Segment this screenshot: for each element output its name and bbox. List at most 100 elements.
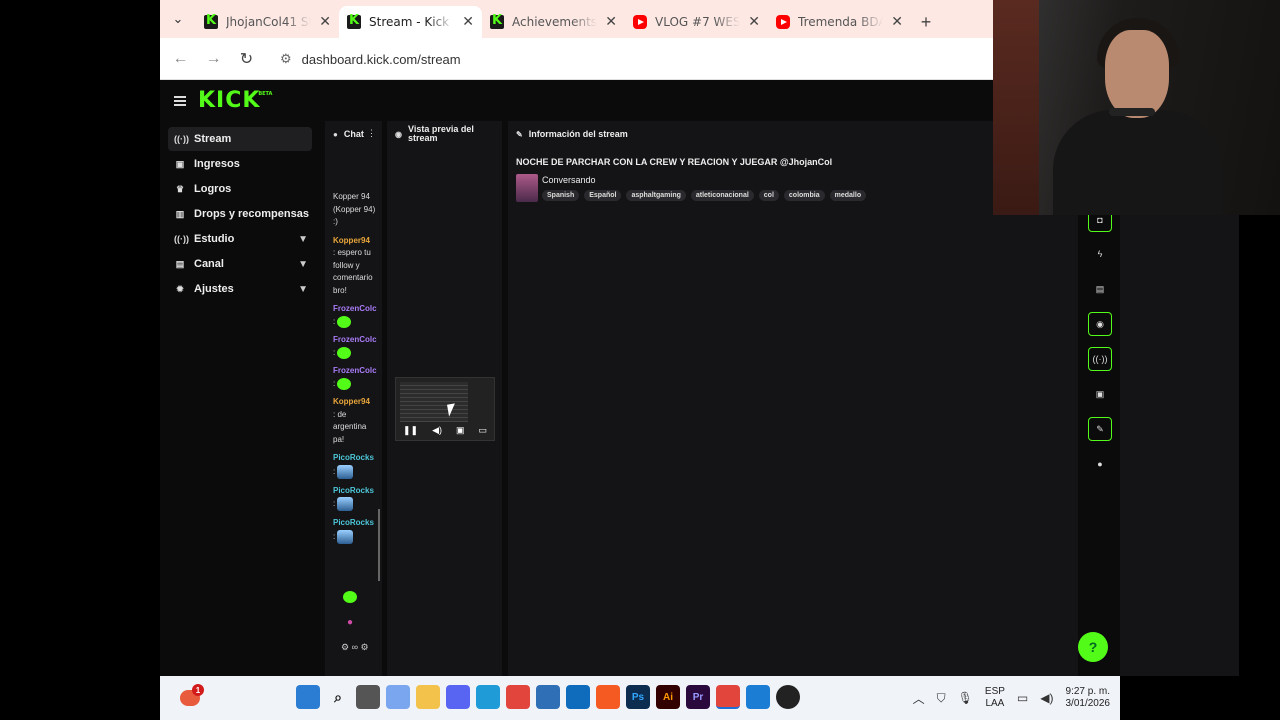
chrome-icon[interactable] bbox=[506, 685, 530, 709]
settings-icon[interactable]: ▭ bbox=[478, 425, 487, 436]
sidebar-item-logros[interactable]: ♛ Logros bbox=[168, 177, 312, 201]
youtube-icon bbox=[776, 15, 790, 29]
language-indicator[interactable]: ESP LAA bbox=[985, 686, 1005, 710]
edge-icon[interactable] bbox=[476, 685, 500, 709]
player-controls: ❚❚ ◀) ▣ ▭ bbox=[396, 425, 494, 436]
tag-chip[interactable]: asphaltgaming bbox=[626, 190, 686, 201]
help-chat-button[interactable]: ? bbox=[1078, 632, 1108, 662]
sidebar-item-canal[interactable]: ▤ Canal ▼ bbox=[168, 252, 312, 276]
chat-icon[interactable]: ◉ bbox=[1088, 312, 1112, 336]
menu-icon[interactable] bbox=[174, 95, 186, 106]
brave-icon[interactable] bbox=[596, 685, 620, 709]
users-icon[interactable]: ● bbox=[1088, 452, 1112, 476]
screen: ⌄ JhojanCol41 St ✕ Stream - Kick D ✕ Ach… bbox=[0, 0, 1280, 720]
tab-search-chevron-icon[interactable]: ⌄ bbox=[160, 0, 196, 38]
tag-chip[interactable]: atleticonacional bbox=[690, 190, 754, 201]
windows-start-icon[interactable] bbox=[296, 685, 320, 709]
tab-vlog[interactable]: VLOG #7 WEST ✕ bbox=[625, 6, 768, 38]
tab-tremenda[interactable]: Tremenda BDA ✕ bbox=[768, 6, 911, 38]
background-door bbox=[993, 0, 1039, 215]
search-icon[interactable]: ⌕ bbox=[326, 685, 350, 709]
task-view-icon[interactable] bbox=[356, 685, 380, 709]
close-icon[interactable]: ✕ bbox=[891, 14, 903, 30]
tab-jhojancol41[interactable]: JhojanCol41 St ✕ bbox=[196, 6, 339, 38]
forward-button[interactable]: → bbox=[197, 43, 230, 75]
tag-chip[interactable]: colombia bbox=[783, 190, 825, 201]
chat-scrollbar[interactable] bbox=[378, 509, 380, 581]
more-options-icon[interactable]: ⋮ bbox=[367, 128, 376, 139]
reload-button[interactable]: ↻ bbox=[230, 43, 263, 75]
close-icon[interactable]: ✕ bbox=[605, 14, 617, 30]
emote-picker-icon[interactable] bbox=[343, 591, 357, 603]
volume-icon[interactable]: ◀) bbox=[432, 425, 442, 436]
pause-icon[interactable]: ❚❚ bbox=[403, 425, 418, 436]
sidebar-item-drops[interactable]: ▥ Drops y recompensas bbox=[168, 202, 312, 226]
chat-username[interactable]: PicoRocks bbox=[333, 518, 374, 527]
sidebar-item-ingresos[interactable]: ▣ Ingresos bbox=[168, 152, 312, 176]
back-button[interactable]: ← bbox=[164, 43, 197, 75]
chevron-down-icon: ▼ bbox=[298, 233, 308, 245]
microphone-icon[interactable]: 🎙 bbox=[958, 691, 973, 705]
store-icon[interactable] bbox=[536, 685, 560, 709]
sidebar-item-stream[interactable]: ((·)) Stream bbox=[168, 127, 312, 151]
clock[interactable]: 9:27 p. m. 3/01/2026 bbox=[1066, 686, 1111, 710]
lightning-icon[interactable]: ϟ bbox=[1088, 242, 1112, 266]
tab-achievements[interactable]: Achievements - ✕ bbox=[482, 6, 625, 38]
chrome-active-icon[interactable] bbox=[716, 685, 740, 709]
discord-icon[interactable] bbox=[446, 685, 470, 709]
photoshop-icon[interactable]: Ps bbox=[626, 685, 650, 709]
broadcast-icon: ◉ bbox=[395, 129, 402, 139]
illustrator-icon[interactable]: Ai bbox=[656, 685, 680, 709]
chevron-up-icon[interactable]: ︿ bbox=[913, 690, 925, 707]
shield-icon[interactable]: ⛉ bbox=[937, 691, 946, 706]
mic-icon[interactable]: ● bbox=[347, 617, 381, 628]
chat-message: FrozenColc: bbox=[333, 304, 377, 328]
obs-icon[interactable] bbox=[776, 685, 800, 709]
chat-username[interactable]: Kopper94 bbox=[333, 236, 370, 245]
network-icon[interactable]: ▭ bbox=[1017, 691, 1028, 705]
tag-chip[interactable]: medallo bbox=[829, 190, 867, 201]
layout-icon[interactable]: ▣ bbox=[1088, 382, 1112, 406]
tab-stream-kick-dashboard[interactable]: Stream - Kick D ✕ bbox=[339, 6, 482, 38]
meet-icon[interactable] bbox=[746, 685, 770, 709]
kick-logo[interactable]: KICK BETA bbox=[198, 88, 272, 113]
stream-category[interactable]: Conversando bbox=[542, 175, 596, 185]
chat-username[interactable]: Kopper94 bbox=[333, 397, 370, 406]
tag-chip[interactable]: Spanish bbox=[542, 190, 580, 201]
chat-username[interactable]: FrozenColc bbox=[333, 304, 377, 313]
volume-icon[interactable]: ◀) bbox=[1040, 691, 1053, 705]
chat-username[interactable]: FrozenColc bbox=[333, 335, 377, 344]
tab-strip: ⌄ JhojanCol41 St ✕ Stream - Kick D ✕ Ach… bbox=[160, 0, 1120, 38]
wrench-icon[interactable]: ✎ bbox=[1088, 417, 1112, 441]
new-tab-button[interactable]: + bbox=[911, 6, 941, 38]
beta-badge: BETA bbox=[258, 91, 273, 97]
broadcast-icon[interactable]: ((·)) bbox=[1088, 347, 1112, 371]
chat-username[interactable]: PicoRocks bbox=[333, 486, 374, 495]
tag-chip[interactable]: Español bbox=[584, 190, 622, 201]
notification-app-icon[interactable]: 1 bbox=[178, 684, 204, 710]
file-explorer-icon[interactable] bbox=[416, 685, 440, 709]
stream-preview-player[interactable]: ❚❚ ◀) ▣ ▭ bbox=[395, 377, 495, 441]
copilot-icon[interactable] bbox=[386, 685, 410, 709]
close-icon[interactable]: ✕ bbox=[462, 14, 474, 30]
chat-pane: ● Chat ⋮ Kopper 94 (Kopper 94) :) Kopper… bbox=[325, 121, 382, 676]
preview-title: Vista previa del stream bbox=[407, 124, 474, 143]
pip-icon[interactable]: ▣ bbox=[456, 425, 465, 436]
close-icon[interactable]: ✕ bbox=[319, 14, 331, 30]
sidebar-item-ajustes[interactable]: ✹ Ajustes ▼ bbox=[168, 277, 312, 301]
notes-icon[interactable]: ▤ bbox=[1088, 277, 1112, 301]
site-settings-icon[interactable]: ⚙ bbox=[280, 51, 292, 67]
chat-settings-icon[interactable]: ⚙ ∞ ⚙ bbox=[341, 642, 381, 653]
sidebar-item-estudio[interactable]: ((·)) Estudio ▼ bbox=[168, 227, 312, 251]
chat-username[interactable]: FrozenColc bbox=[333, 366, 377, 375]
streamer-face bbox=[1105, 30, 1169, 118]
chat-message: Kopper94: de argentina pa! bbox=[333, 396, 377, 446]
kick-logo-text: KICK bbox=[198, 88, 261, 113]
address-bar[interactable]: ⚙ dashboard.kick.com/stream ⌕ ☆ bbox=[268, 43, 1098, 75]
chat-username[interactable]: PicoRocks bbox=[333, 453, 374, 462]
outlook-icon[interactable] bbox=[566, 685, 590, 709]
tag-chip[interactable]: col bbox=[758, 190, 779, 201]
close-icon[interactable]: ✕ bbox=[748, 14, 760, 30]
premiere-icon[interactable]: Pr bbox=[686, 685, 710, 709]
stream-title[interactable]: NOCHE DE PARCHAR CON LA CREW Y REACION Y… bbox=[516, 157, 832, 167]
